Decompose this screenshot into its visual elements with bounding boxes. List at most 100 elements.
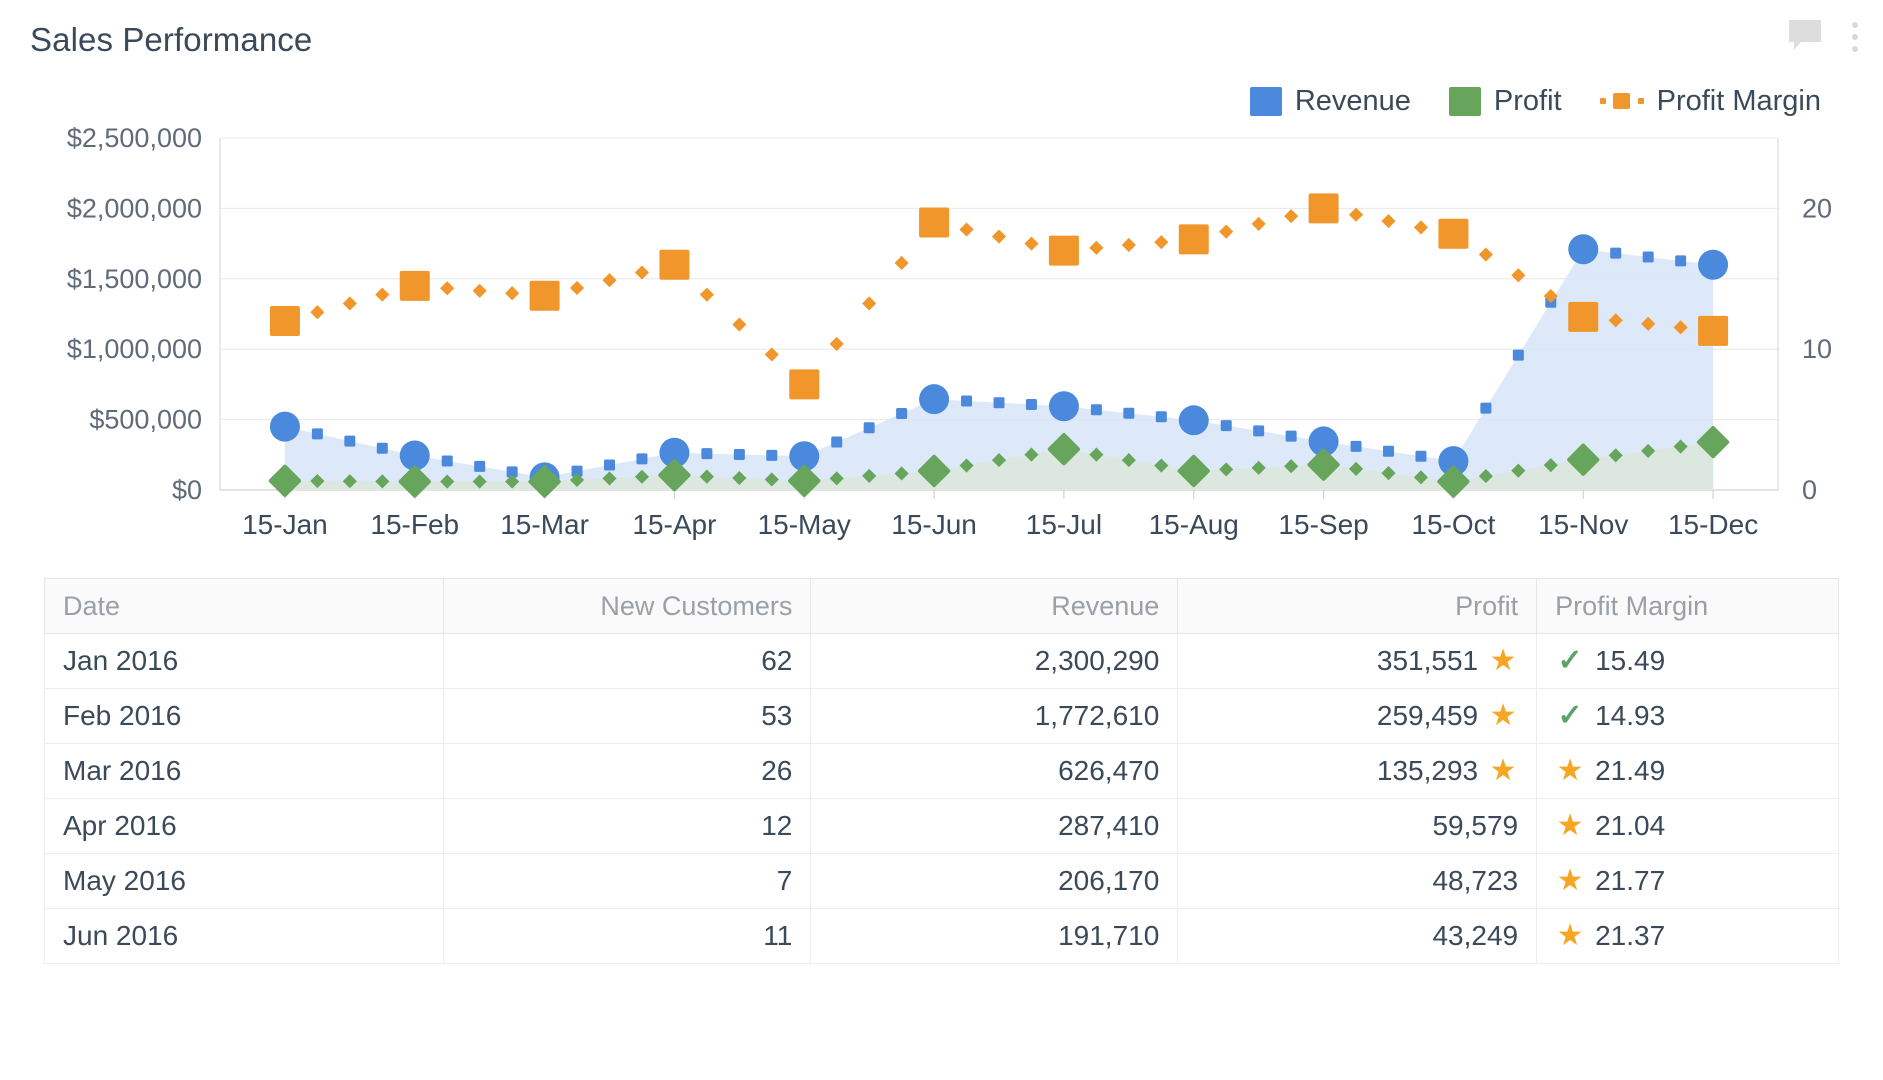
revenue-dot (701, 448, 712, 459)
cell-profit-margin-value: 21.77 (1595, 865, 1665, 897)
profit-margin-dot (1414, 220, 1428, 234)
table-row[interactable]: May 20167206,17048,723★21.77 (45, 854, 1839, 909)
profit-margin-dot (1284, 209, 1298, 223)
profit-margin-marker[interactable] (919, 207, 949, 237)
table-row[interactable]: Jan 2016622,300,290351,551★✓15.49 (45, 634, 1839, 689)
cell-date: Apr 2016 (45, 799, 444, 854)
legend-label-revenue: Revenue (1295, 85, 1411, 118)
revenue-dot (1643, 251, 1654, 262)
profit-margin-marker[interactable] (400, 271, 430, 301)
legend-item-profit-margin[interactable]: Profit Margin (1600, 85, 1821, 118)
profit-margin-marker[interactable] (659, 250, 689, 280)
page-title: Sales Performance (30, 23, 312, 56)
profit-margin-dot (1219, 225, 1233, 239)
revenue-marker[interactable] (1179, 405, 1209, 435)
profit-margin-marker[interactable] (1438, 219, 1468, 249)
revenue-dot (896, 408, 907, 419)
profit-margin-dot (700, 288, 714, 302)
cell-revenue: 206,170 (811, 854, 1178, 909)
revenue-dot (734, 449, 745, 460)
revenue-dot (994, 397, 1005, 408)
cell-profit-margin: ★21.37 (1537, 909, 1839, 964)
profit-margin-dot (310, 305, 324, 319)
column-header-new-customers[interactable]: New Customers (444, 579, 811, 634)
revenue-marker[interactable] (919, 384, 949, 414)
comment-bubble-icon[interactable] (1787, 18, 1823, 52)
cell-profit: 351,551★ (1178, 634, 1537, 689)
column-header-revenue[interactable]: Revenue (811, 579, 1178, 634)
revenue-dot (1610, 248, 1621, 259)
table-row[interactable]: Feb 2016531,772,610259,459★✓14.93 (45, 689, 1839, 744)
kebab-menu-icon[interactable] (1845, 18, 1865, 56)
profit-margin-dot (473, 284, 487, 298)
cell-revenue: 1,772,610 (811, 689, 1178, 744)
revenue-marker[interactable] (1049, 391, 1079, 421)
revenue-dot (961, 395, 972, 406)
cell-profit-margin: ★21.49 (1537, 744, 1839, 799)
cell-profit-margin-value: 21.37 (1595, 920, 1665, 952)
profit-margin-dot (1479, 247, 1493, 261)
y-axis-tick-right: 0 (1802, 475, 1817, 505)
cell-new-customers: 53 (444, 689, 811, 744)
profit-margin-marker[interactable] (270, 306, 300, 336)
revenue-dot (1156, 411, 1167, 422)
widget-header: Sales Performance (0, 0, 1883, 78)
cell-profit-value: 59,579 (1432, 810, 1518, 842)
cell-revenue: 191,710 (811, 909, 1178, 964)
profit-margin-dot (570, 281, 584, 295)
profit-margin-marker[interactable] (1568, 302, 1598, 332)
legend-item-revenue[interactable]: Revenue (1250, 85, 1411, 118)
revenue-marker[interactable] (1698, 250, 1728, 280)
revenue-dot (1026, 399, 1037, 410)
cell-profit: 135,293★ (1178, 744, 1537, 799)
y-axis-tick-left: $500,000 (89, 405, 202, 435)
sales-performance-chart[interactable]: $0$500,000$1,000,000$1,500,000$2,000,000… (0, 124, 1883, 564)
revenue-dot (1480, 403, 1491, 414)
table-row[interactable]: Jun 201611191,71043,249★21.37 (45, 909, 1839, 964)
y-axis-tick-right: 10 (1802, 334, 1832, 364)
profit-margin-marker[interactable] (1049, 236, 1079, 266)
revenue-dot (604, 460, 615, 471)
revenue-marker[interactable] (270, 412, 300, 442)
y-axis-tick-left: $2,000,000 (67, 193, 202, 223)
check-icon: ✓ (1555, 701, 1585, 731)
profit-margin-marker[interactable] (1698, 316, 1728, 346)
legend-item-profit[interactable]: Profit (1449, 85, 1562, 118)
profit-margin-dot (1122, 238, 1136, 252)
table-header: Date New Customers Revenue Profit Profit… (45, 579, 1839, 634)
cell-profit-margin-value: 15.49 (1595, 645, 1665, 677)
revenue-dot (1091, 404, 1102, 415)
profit-margin-dot (1252, 217, 1266, 231)
revenue-dot (1415, 451, 1426, 462)
cell-profit: 59,579 (1178, 799, 1537, 854)
profit-margin-marker[interactable] (1179, 224, 1209, 254)
column-header-profit[interactable]: Profit (1178, 579, 1537, 634)
y-axis-tick-right: 20 (1802, 193, 1832, 223)
cell-profit-value: 43,249 (1432, 920, 1518, 952)
cell-profit: 259,459 ★ (1178, 689, 1537, 744)
revenue-dot (636, 453, 647, 464)
profit-margin-marker[interactable] (530, 281, 560, 311)
cell-profit-margin: ★21.77 (1537, 854, 1839, 909)
profit-margin-marker[interactable] (789, 369, 819, 399)
table-row[interactable]: Apr 201612287,41059,579★21.04 (45, 799, 1839, 854)
chart-legend: Revenue Profit Profit Margin (0, 78, 1883, 124)
cell-profit-value: 259,459 (1377, 700, 1478, 732)
profit-margin-marker[interactable] (1309, 193, 1339, 223)
column-header-profit-margin[interactable]: Profit Margin (1537, 579, 1839, 634)
x-axis-tick-label: 15-Jun (891, 509, 977, 540)
x-axis-tick-label: 15-Nov (1538, 509, 1628, 540)
table-header-row: Date New Customers Revenue Profit Profit… (45, 579, 1839, 634)
column-header-date[interactable]: Date (45, 579, 444, 634)
cell-date: May 2016 (45, 854, 444, 909)
revenue-marker[interactable] (1568, 234, 1598, 264)
legend-swatch-revenue-icon (1250, 87, 1282, 116)
table-row[interactable]: Mar 201626626,470135,293★★21.49 (45, 744, 1839, 799)
cell-date: Jun 2016 (45, 909, 444, 964)
star-icon: ★ (1488, 701, 1518, 731)
star-icon: ★ (1555, 756, 1585, 786)
y-axis-tick-left: $2,500,000 (67, 124, 202, 153)
cell-new-customers: 62 (444, 634, 811, 689)
revenue-dot (766, 450, 777, 461)
header-actions (1787, 18, 1865, 56)
